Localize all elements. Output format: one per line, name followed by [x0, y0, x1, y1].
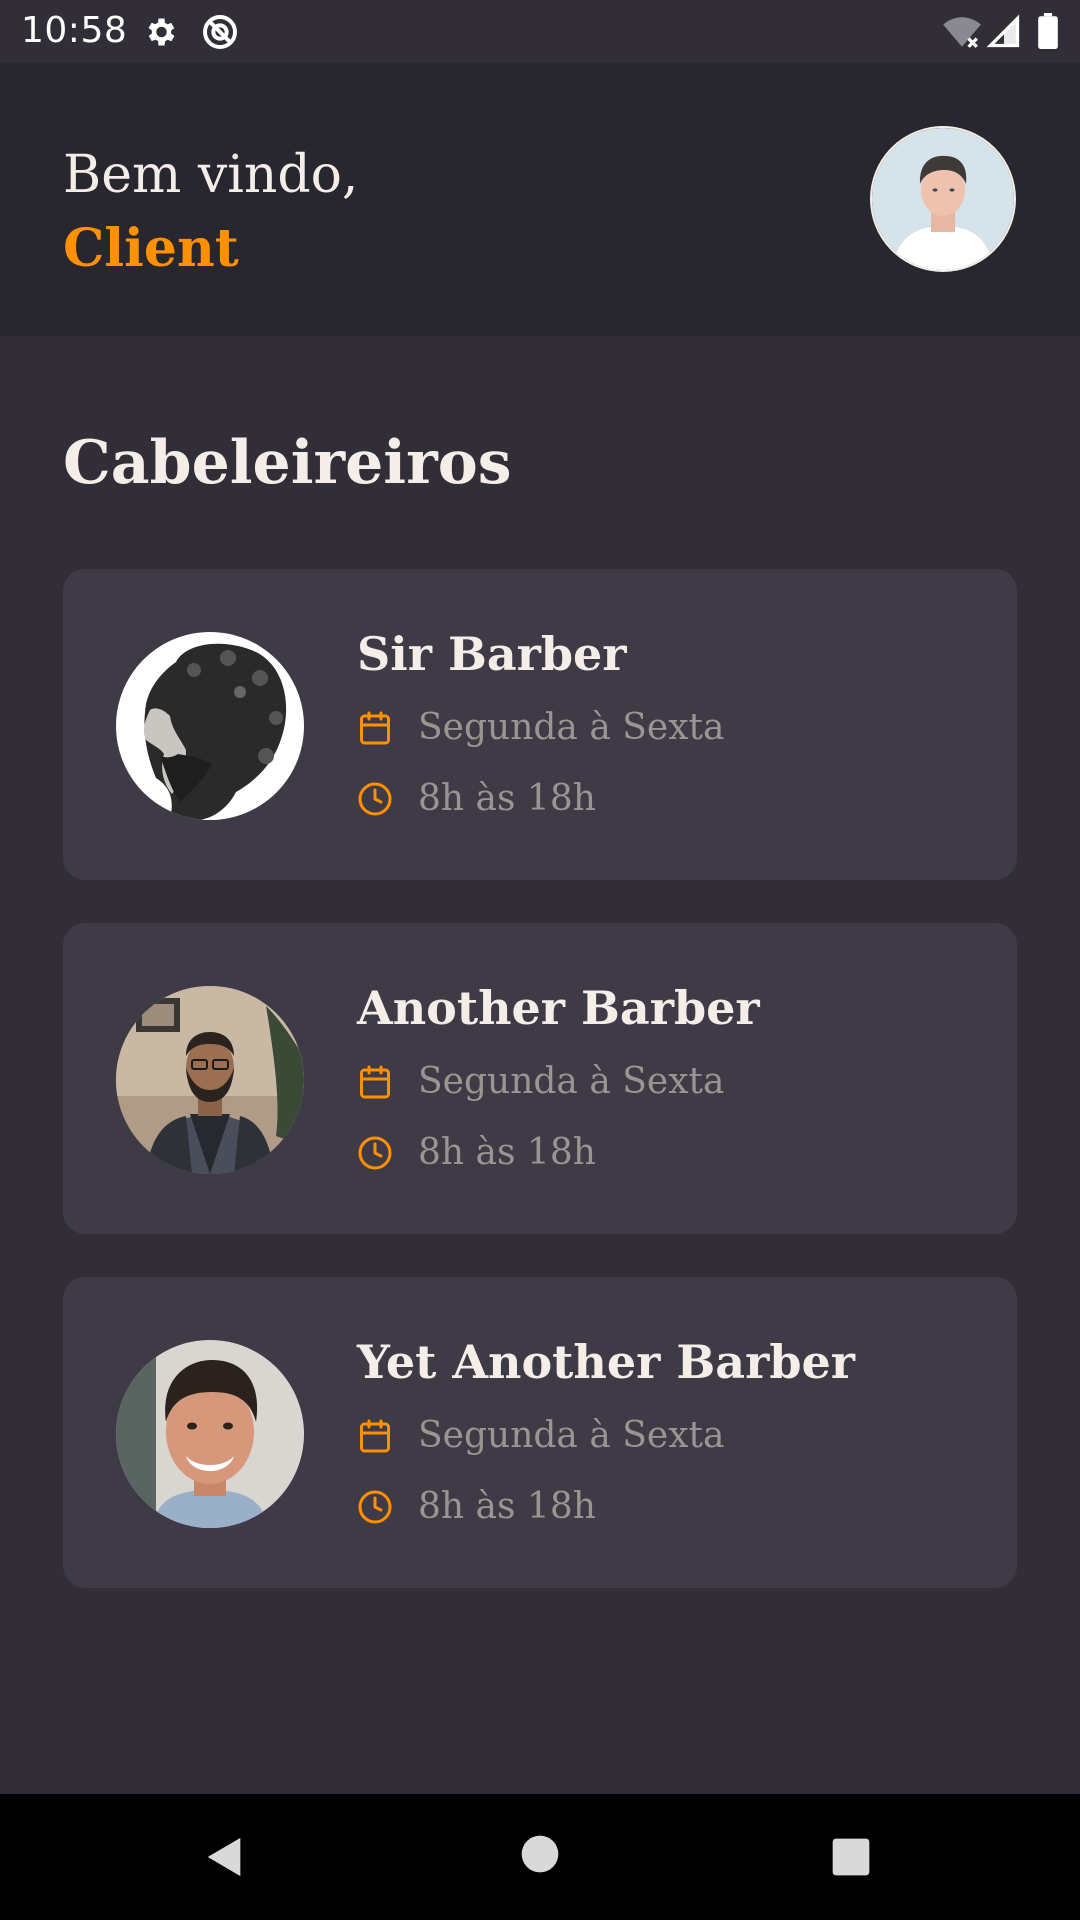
provider-name: Another Barber — [357, 981, 760, 1035]
provider-avatar — [116, 986, 304, 1174]
provider-hours: 8h às 18h — [357, 1132, 596, 1173]
provider-hours-text: 8h às 18h — [418, 1486, 596, 1527]
provider-days-text: Segunda à Sexta — [418, 1061, 725, 1102]
wifi-off-icon — [943, 17, 981, 48]
provider-name: Sir Barber — [357, 627, 627, 681]
battery-icon — [1038, 13, 1058, 49]
greeting: Bem vindo, Client — [63, 138, 358, 286]
provider-hours-text: 8h às 18h — [418, 1132, 596, 1173]
profile-avatar-image — [872, 128, 1014, 270]
provider-hours: 8h às 18h — [357, 778, 596, 819]
clock-icon — [358, 1490, 392, 1523]
provider-avatar-image — [116, 986, 304, 1174]
provider-card[interactable]: Yet Another Barber Segunda à Sexta 8h às… — [63, 1277, 1017, 1588]
clock-icon — [358, 782, 392, 815]
user-name: Client — [63, 218, 239, 279]
greeting-text: Bem vindo, — [63, 145, 359, 205]
provider-avatar-image — [116, 1340, 304, 1528]
clock-icon — [358, 1136, 392, 1169]
provider-avatar — [116, 1340, 304, 1528]
provider-days-text: Segunda à Sexta — [418, 1415, 725, 1456]
status-time: 10:58 — [21, 10, 128, 51]
back-icon[interactable] — [202, 1834, 248, 1880]
provider-avatar-image — [116, 632, 304, 820]
header: Bem vindo, Client — [0, 63, 1080, 336]
calendar-icon — [360, 711, 390, 744]
provider-days-text: Segunda à Sexta — [418, 707, 725, 748]
provider-hours: 8h às 18h — [357, 1486, 596, 1527]
recent-apps-icon[interactable] — [831, 1837, 871, 1877]
calendar-icon — [360, 1065, 390, 1098]
provider-list: Sir Barber Segunda à Sexta 8h às 18h Ano… — [63, 569, 1017, 1631]
provider-name: Yet Another Barber — [357, 1335, 855, 1389]
provider-days: Segunda à Sexta — [357, 1061, 724, 1102]
provider-card[interactable]: Another Barber Segunda à Sexta 8h às 18h — [63, 923, 1017, 1234]
provider-days: Segunda à Sexta — [357, 707, 724, 748]
provider-card[interactable]: Sir Barber Segunda à Sexta 8h às 18h — [63, 569, 1017, 880]
gear-icon — [148, 18, 175, 46]
provider-hours-text: 8h às 18h — [418, 778, 596, 819]
calendar-icon — [360, 1419, 390, 1452]
status-bar: 10:58 — [0, 0, 1080, 63]
home-icon[interactable] — [520, 1834, 560, 1874]
provider-avatar — [116, 632, 304, 820]
section-title: Cabeleireiros — [63, 428, 512, 498]
sync-off-icon — [203, 15, 237, 49]
signal-icon — [986, 14, 1020, 48]
profile-avatar[interactable] — [870, 126, 1016, 272]
provider-days: Segunda à Sexta — [357, 1415, 724, 1456]
navigation-bar — [0, 1794, 1080, 1920]
